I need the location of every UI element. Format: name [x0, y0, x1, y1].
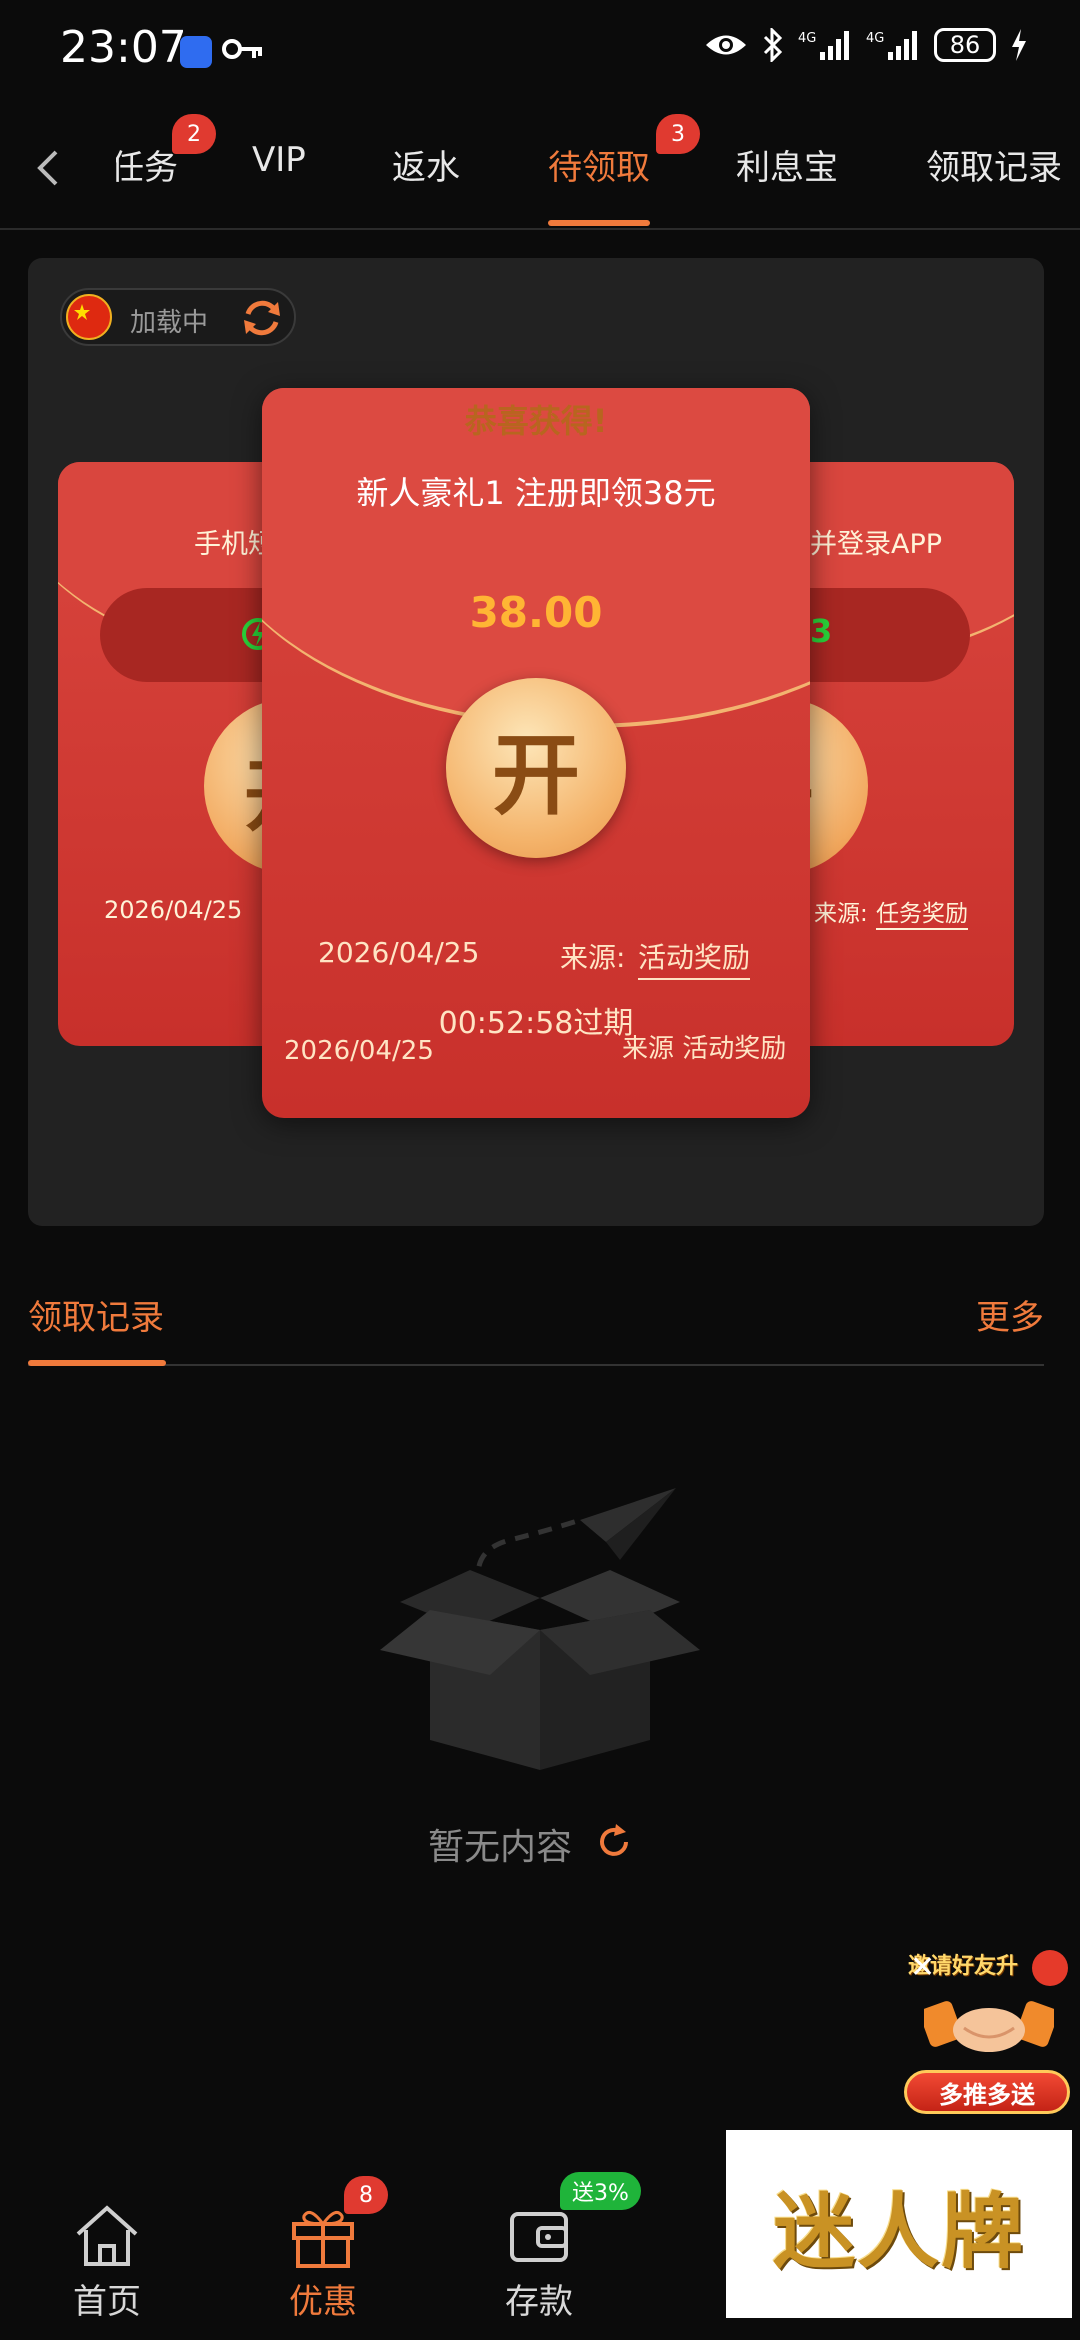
center-card-source-link[interactable]: 活动奖励	[638, 936, 751, 980]
congrats-text: 恭喜获得!	[464, 402, 608, 440]
brand-watermark: 迷人牌	[726, 2130, 1072, 2318]
eye-icon	[706, 35, 746, 55]
svg-text:4G: 4G	[798, 31, 816, 46]
right-card-amount: 3	[810, 612, 833, 650]
home-icon	[76, 2205, 138, 2266]
status-time: 23:07	[60, 22, 187, 73]
handshake-icon	[924, 2001, 1054, 2052]
tab-pending[interactable]: 待领取	[548, 140, 650, 189]
promo-notification-dot	[1032, 1950, 1068, 1986]
center-card-date-secondary: 2026/04/25	[284, 1036, 434, 1066]
nav-promotions-label: 优惠	[289, 2282, 357, 2322]
nav-promotions-badge: 8	[344, 2176, 388, 2214]
tab-bar: 任务 2 VIP 返水 待领取 3 利息宝 领取记录	[0, 110, 1080, 230]
tab-tasks-badge: 2	[172, 114, 216, 154]
brand-logo-text: 迷人牌	[772, 2183, 1025, 2280]
nav-promotions[interactable]: 优惠	[248, 2194, 398, 2323]
center-card-source-label: 来源:	[560, 941, 626, 974]
refresh-icon[interactable]	[238, 294, 286, 342]
nav-deposit-label: 存款	[505, 2282, 573, 2322]
red-packet-card-center[interactable]: 恭喜获得! 新人豪礼1 注册即领38元 38.00 开 2026/04/25 来…	[262, 388, 810, 1118]
back-arrow-icon[interactable]	[28, 138, 68, 198]
left-card-date: 2026/04/25	[104, 896, 243, 924]
nav-deposit[interactable]: 存款	[464, 2194, 614, 2323]
signal-icon-2: 4G	[866, 31, 917, 60]
tab-pending-badge: 3	[656, 114, 700, 154]
records-section-title[interactable]: 领取记录	[28, 1290, 164, 1339]
center-card-amount: 38.00	[469, 588, 603, 637]
tab-vip[interactable]: VIP	[252, 140, 306, 180]
china-flag-icon	[66, 294, 112, 340]
nav-deposit-badge: 送3%	[560, 2172, 641, 2210]
center-card-title: 新人豪礼1 注册即领38元	[356, 474, 716, 512]
language-selector[interactable]: 加载中	[60, 288, 296, 346]
battery-indicator: 86	[934, 28, 996, 62]
empty-state-text: 暂无内容	[428, 1827, 573, 1868]
tab-interest[interactable]: 利息宝	[736, 140, 838, 189]
center-card-source-secondary: 来源 活动奖励	[622, 1034, 787, 1064]
wallet-icon	[510, 2212, 568, 2262]
promo-close-icon[interactable]: ✕	[910, 1953, 940, 1984]
center-card-date: 2026/04/25	[318, 936, 480, 969]
records-more-link[interactable]: 更多	[976, 1290, 1044, 1339]
loading-text: 加载中	[130, 308, 209, 338]
signal-icon-1: 4G	[798, 31, 849, 60]
bluetooth-icon	[763, 28, 783, 62]
reload-icon[interactable]	[594, 1822, 634, 1862]
app-notification-icon	[180, 36, 212, 68]
invite-friends-promo[interactable]: 邀请好友升 ✕ 多推多送	[904, 1948, 1074, 2118]
open-red-packet-button[interactable]: 开	[446, 678, 626, 858]
right-card-source-label: 来源:	[814, 901, 868, 927]
status-icons: 4G 4G 86	[704, 28, 1028, 62]
nav-home-label: 首页	[73, 2282, 141, 2322]
charging-icon	[1012, 29, 1026, 61]
records-title-underline	[28, 1360, 166, 1366]
nav-home[interactable]: 首页	[32, 2194, 182, 2323]
right-card-title: 并登录APP	[810, 529, 943, 560]
vpn-key-icon	[222, 39, 262, 59]
tab-claim-records[interactable]: 领取记录	[926, 140, 1062, 189]
tab-tasks[interactable]: 任务	[116, 140, 178, 189]
right-card-source-link[interactable]: 任务奖励	[876, 894, 968, 930]
svg-text:4G: 4G	[866, 31, 884, 46]
tab-rebate[interactable]: 返水	[392, 140, 460, 189]
empty-box-illustration	[380, 1488, 700, 1770]
promo-action-button[interactable]: 多推多送	[904, 2070, 1070, 2114]
records-divider	[28, 1364, 1044, 1366]
active-tab-indicator	[548, 220, 650, 226]
